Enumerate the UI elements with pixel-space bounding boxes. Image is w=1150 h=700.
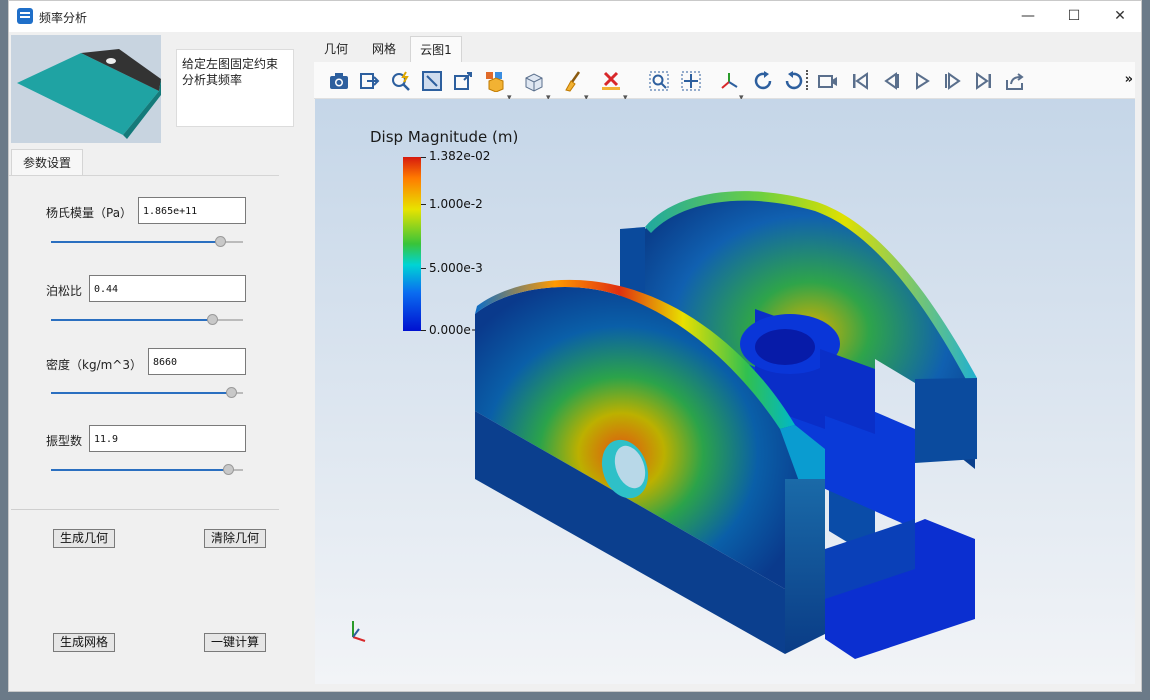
rotate-cw-icon[interactable]	[752, 70, 774, 92]
clear-geometry-button[interactable]: 清除几何	[204, 529, 267, 548]
geometry-preview-image	[11, 35, 161, 143]
generate-mesh-button[interactable]: 生成网格	[53, 633, 116, 652]
tab-geometry[interactable]: 几何	[318, 36, 354, 62]
delete-icon[interactable]	[600, 70, 622, 92]
youngs-modulus-input[interactable]: 1.865e+11	[138, 197, 246, 224]
export-icon[interactable]	[359, 70, 381, 92]
poisson-ratio-label: 泊松比	[46, 284, 83, 298]
youngs-modulus-slider[interactable]	[51, 236, 243, 248]
probe-icon[interactable]	[390, 70, 412, 92]
fit-view-icon[interactable]	[421, 70, 443, 92]
play-icon[interactable]	[911, 70, 933, 92]
mode-count-label: 振型数	[46, 434, 83, 448]
export-animation-icon[interactable]	[1004, 70, 1026, 92]
screenshot-icon[interactable]	[328, 70, 350, 92]
minimize-button[interactable]: —	[1005, 1, 1051, 32]
window-title: 频率分析	[39, 11, 88, 25]
density-slider[interactable]	[51, 387, 243, 399]
tab-mesh[interactable]: 网格	[366, 36, 402, 62]
youngs-modulus-label: 杨氏模量（Pa）	[46, 206, 133, 220]
box-select-icon[interactable]	[452, 70, 474, 92]
tab-parameter-settings[interactable]: 参数设置	[11, 149, 83, 176]
clear-brush-icon[interactable]	[562, 70, 584, 92]
toolbar-separator	[806, 70, 808, 90]
poisson-ratio-slider[interactable]	[51, 314, 243, 326]
prev-frame-icon[interactable]	[880, 70, 902, 92]
compute-button[interactable]: 一键计算	[204, 633, 267, 652]
generate-geometry-button[interactable]: 生成几何	[53, 529, 116, 548]
maximize-button[interactable]: ☐	[1051, 1, 1097, 32]
mode-count-slider[interactable]	[51, 464, 243, 476]
density-label: 密度（kg/m^3）	[46, 358, 142, 372]
density-input[interactable]: 8660	[148, 348, 246, 375]
pan-icon[interactable]	[680, 70, 702, 92]
rotate-ccw-icon[interactable]	[783, 70, 805, 92]
section-divider	[11, 509, 279, 510]
orientation-axes-icon	[352, 621, 366, 642]
poisson-ratio-input[interactable]: 0.44	[89, 275, 246, 302]
close-button[interactable]: ✕	[1097, 1, 1141, 32]
parameter-panel: 给定左图固定约束分析其频率 参数设置 杨氏模量（Pa） 1.865e+11 泊松…	[9, 32, 314, 691]
transparency-icon[interactable]	[523, 70, 545, 92]
last-frame-icon[interactable]	[973, 70, 995, 92]
first-frame-icon[interactable]	[849, 70, 871, 92]
tab-contour-1[interactable]: 云图1	[410, 36, 462, 63]
tab-divider	[9, 175, 279, 176]
next-frame-icon[interactable]	[942, 70, 964, 92]
axes-icon[interactable]	[718, 70, 740, 92]
view-tabs: 几何 网格 云图1	[314, 32, 1141, 63]
displacement-contour-model	[352, 191, 977, 659]
main-window: 频率分析 — ☐ ✕ 给定左图固定约束分析其频率 参数设置 杨氏模量（Pa） 1…	[8, 0, 1142, 692]
3d-viewport[interactable]: Disp Magnitude (m) 1.382e-02 1.000e-2 5.…	[315, 99, 1135, 684]
display-mode-icon[interactable]	[484, 70, 506, 92]
mode-count-input[interactable]: 11.9	[89, 425, 246, 452]
description-box: 给定左图固定约束分析其频率	[176, 49, 294, 127]
zoom-box-icon[interactable]	[648, 70, 670, 92]
toolbar-overflow-button[interactable]: »	[1125, 72, 1133, 87]
app-icon	[17, 8, 33, 24]
record-icon[interactable]	[817, 70, 839, 92]
title-bar: 频率分析 — ☐ ✕	[9, 1, 1141, 32]
toolbar: ▾ ▾ ▾ ▾ ▾ »	[314, 62, 1135, 103]
